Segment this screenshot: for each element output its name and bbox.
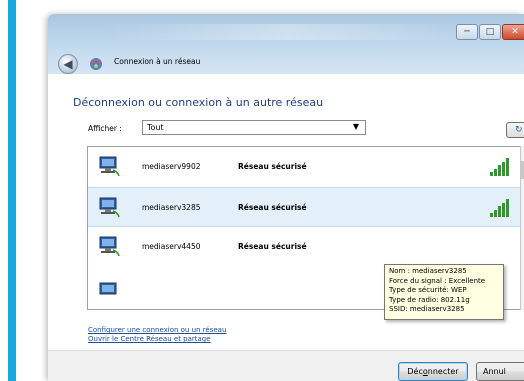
computer-network-icon: [99, 236, 120, 257]
network-row[interactable]: mediaserv9902 Réseau sécurisé: [88, 147, 524, 187]
connect-network-window: ─ □ ✕ ◀ Connexion à un réseau Déconnexio…: [48, 14, 524, 381]
configure-connection-link[interactable]: Configurer une connexion ou un réseau: [88, 326, 226, 334]
network-row[interactable]: mediaserv3285 Réseau sécurisé: [88, 187, 524, 227]
back-button[interactable]: ◀: [58, 54, 78, 74]
network-name: mediaserv4450: [142, 242, 201, 251]
chevron-down-icon: ▼: [352, 122, 359, 131]
page-title: Déconnexion ou connexion à un autre rése…: [73, 96, 324, 109]
tooltip-ssid: SSID: mediaserv3285: [389, 305, 465, 313]
signal-bar: [490, 213, 493, 217]
signal-bar: [506, 199, 509, 217]
signal-bar: [498, 206, 501, 217]
maximize-button[interactable]: □: [479, 24, 501, 40]
network-details-tooltip: Nom : mediaserv3285 Force du signal : Ex…: [384, 264, 504, 320]
signal-bar: [494, 209, 497, 217]
network-row[interactable]: mediaserv4450 Réseau sécurisé: [88, 227, 524, 267]
tooltip-name: Nom : mediaserv3285: [389, 267, 467, 275]
show-filter-value: Tout: [147, 123, 164, 132]
computer-network-icon: [99, 156, 120, 177]
dialog-footer: Déconnecter Annul: [48, 350, 524, 381]
disconnect-button[interactable]: Déconnecter: [398, 362, 468, 381]
signal-bar: [502, 161, 505, 176]
close-button[interactable]: ✕: [502, 24, 524, 40]
network-security: Réseau sécurisé: [238, 242, 307, 251]
signal-bar: [498, 165, 501, 176]
titlebar: ─ □ ✕ ◀ Connexion à un réseau: [48, 14, 524, 74]
network-security: Réseau sécurisé: [238, 203, 307, 212]
refresh-button[interactable]: ↻: [506, 122, 524, 138]
close-icon: ✕: [511, 27, 519, 37]
signal-strength-icon: [490, 236, 516, 256]
back-arrow-icon: ◀: [63, 57, 73, 71]
tooltip-radio: Type de radio: 802.11g: [389, 295, 470, 304]
signal-strength-icon: [490, 197, 516, 217]
signal-bar: [506, 158, 509, 176]
network-name: mediaserv3285: [142, 203, 201, 212]
signal-bar: [494, 168, 497, 176]
minimize-icon: ─: [464, 27, 470, 37]
network-security: Réseau sécurisé: [238, 162, 307, 171]
signal-bar: [502, 202, 505, 217]
computer-network-icon: [99, 282, 117, 295]
window-controls: ─ □ ✕: [456, 24, 524, 40]
cancel-button[interactable]: Annul: [476, 362, 524, 381]
network-center-link[interactable]: Ouvrir le Centre Réseau et partage: [88, 335, 211, 343]
refresh-icon: ↻: [515, 125, 523, 135]
computer-network-icon: [99, 197, 120, 218]
window-title: Connexion à un réseau: [114, 57, 201, 66]
tooltip-security: Type de sécurité: WEP: [389, 286, 467, 294]
show-label: Afficher :: [88, 124, 122, 133]
left-accent-border: [8, 0, 16, 381]
signal-bar: [490, 172, 493, 176]
network-name: mediaserv9902: [142, 162, 201, 171]
maximize-icon: □: [485, 27, 495, 37]
network-app-icon: [90, 58, 102, 70]
show-filter-select[interactable]: Tout ▼: [142, 120, 366, 135]
minimize-button[interactable]: ─: [456, 24, 478, 40]
signal-strength-icon: [490, 156, 516, 176]
tooltip-signal: Force du signal : Excellente: [389, 276, 486, 285]
